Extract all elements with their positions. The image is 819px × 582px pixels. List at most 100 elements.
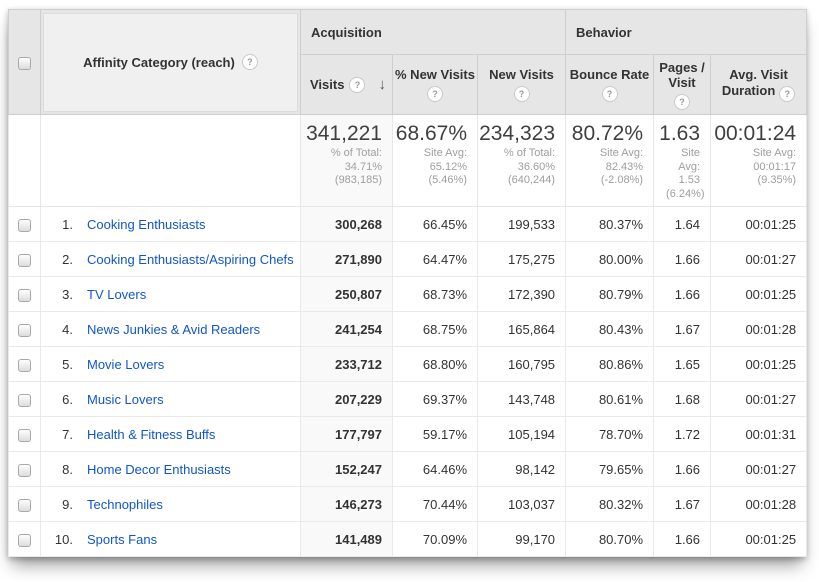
help-icon[interactable]: ? bbox=[514, 86, 530, 102]
help-icon[interactable]: ? bbox=[674, 94, 690, 110]
table-row: 5.Movie Lovers 233,712 68.80% 160,795 80… bbox=[9, 347, 807, 382]
row-checkbox-cell bbox=[9, 312, 41, 347]
new-visits-cell: 165,864 bbox=[478, 312, 566, 347]
help-icon[interactable]: ? bbox=[427, 86, 443, 102]
row-checkbox-cell bbox=[9, 347, 41, 382]
category-cell: 2. Cooking Enthusiasts/Aspiring Chefs bbox=[41, 242, 301, 277]
row-rank: 4. bbox=[49, 322, 73, 337]
new-visits-label: New Visits bbox=[489, 67, 554, 82]
summary-checkbox-spacer bbox=[9, 115, 41, 207]
summary-pages-visit-sub: Site Avg:1.53(6.24%) bbox=[666, 147, 700, 201]
pct-new-visits-cell: 68.73% bbox=[393, 277, 478, 312]
row-checkbox[interactable] bbox=[18, 394, 31, 407]
affinity-category-header-panel: Affinity Category (reach) ? bbox=[43, 13, 298, 112]
row-checkbox[interactable] bbox=[18, 534, 31, 547]
column-header-affinity-category[interactable]: Affinity Category (reach) ? bbox=[41, 10, 301, 115]
bounce-rate-cell: 80.43% bbox=[566, 312, 654, 347]
row-rank: 10. bbox=[49, 532, 73, 547]
new-visits-cell: 103,037 bbox=[478, 487, 566, 522]
summary-new-visits-sub: % of Total:36.60%(640,244) bbox=[478, 147, 555, 188]
help-icon[interactable]: ? bbox=[242, 54, 258, 70]
category-link[interactable]: Health & Fitness Buffs bbox=[87, 427, 215, 442]
column-header-visits[interactable]: Visits ? ↓ bbox=[301, 55, 393, 115]
help-icon[interactable]: ? bbox=[779, 86, 795, 102]
summary-visits: 341,221 % of Total:34.71%(983,185) bbox=[301, 115, 393, 207]
new-visits-cell: 172,390 bbox=[478, 277, 566, 312]
row-checkbox[interactable] bbox=[18, 429, 31, 442]
bounce-rate-cell: 80.86% bbox=[566, 347, 654, 382]
row-checkbox[interactable] bbox=[18, 499, 31, 512]
avg-visit-duration-cell: 00:01:25 bbox=[711, 277, 807, 312]
pages-visit-cell: 1.65 bbox=[654, 347, 711, 382]
row-checkbox-cell bbox=[9, 417, 41, 452]
category-link[interactable]: News Junkies & Avid Readers bbox=[87, 322, 260, 337]
sort-descending-icon[interactable]: ↓ bbox=[379, 76, 387, 93]
visits-cell: 177,797 bbox=[301, 417, 393, 452]
summary-row: 341,221 % of Total:34.71%(983,185) 68.67… bbox=[9, 115, 807, 207]
summary-avg-visit-duration: 00:01:24 Site Avg:00:01:17(9.35%) bbox=[711, 115, 807, 207]
bounce-rate-cell: 80.79% bbox=[566, 277, 654, 312]
table-row: 7.Health & Fitness Buffs 177,797 59.17% … bbox=[9, 417, 807, 452]
row-checkbox[interactable] bbox=[18, 254, 31, 267]
bounce-rate-cell: 80.37% bbox=[566, 207, 654, 242]
category-cell: 3.TV Lovers bbox=[41, 277, 301, 312]
category-link[interactable]: TV Lovers bbox=[87, 287, 146, 302]
pages-visit-cell: 1.67 bbox=[654, 312, 711, 347]
avg-visit-duration-cell: 00:01:25 bbox=[711, 347, 807, 382]
row-checkbox[interactable] bbox=[18, 219, 31, 232]
table-row: 8.Home Decor Enthusiasts 152,247 64.46% … bbox=[9, 452, 807, 487]
category-link[interactable]: Music Lovers bbox=[87, 392, 164, 407]
select-all-cell bbox=[9, 10, 41, 115]
analytics-table-screenshot: Affinity Category (reach) ? Acquisition … bbox=[8, 9, 806, 557]
pct-new-visits-cell: 64.47% bbox=[393, 242, 478, 277]
table-row: 9.Technophiles 146,273 70.44% 103,037 80… bbox=[9, 487, 807, 522]
new-visits-cell: 160,795 bbox=[478, 347, 566, 382]
visits-label: Visits bbox=[310, 77, 344, 92]
row-rank: 2. bbox=[49, 252, 73, 267]
category-link[interactable]: Cooking Enthusiasts/Aspiring Chefs bbox=[87, 252, 294, 267]
row-checkbox[interactable] bbox=[18, 359, 31, 372]
new-visits-cell: 98,142 bbox=[478, 452, 566, 487]
category-link[interactable]: Movie Lovers bbox=[87, 357, 164, 372]
summary-new-visits: 234,323 % of Total:36.60%(640,244) bbox=[478, 115, 566, 207]
bounce-rate-cell: 80.32% bbox=[566, 487, 654, 522]
column-header-bounce-rate[interactable]: Bounce Rate ? bbox=[566, 55, 654, 115]
avg-visit-duration-cell: 00:01:25 bbox=[711, 522, 807, 557]
bounce-rate-cell: 78.70% bbox=[566, 417, 654, 452]
bounce-rate-label: Bounce Rate bbox=[570, 67, 649, 82]
help-icon[interactable]: ? bbox=[602, 86, 618, 102]
row-rank: 6. bbox=[49, 392, 73, 407]
category-link[interactable]: Home Decor Enthusiasts bbox=[87, 462, 231, 477]
row-checkbox[interactable] bbox=[18, 324, 31, 337]
pct-new-visits-cell: 68.80% bbox=[393, 347, 478, 382]
row-checkbox[interactable] bbox=[18, 464, 31, 477]
category-link[interactable]: Sports Fans bbox=[87, 532, 157, 547]
avg-visit-duration-cell: 00:01:27 bbox=[711, 452, 807, 487]
affinity-category-label: Affinity Category (reach) bbox=[83, 55, 235, 70]
summary-avg-visit-duration-value: 00:01:24 bbox=[711, 122, 796, 146]
row-checkbox-cell bbox=[9, 522, 41, 557]
new-visits-cell: 143,748 bbox=[478, 382, 566, 417]
summary-pages-visit-value: 1.63 bbox=[654, 122, 700, 146]
row-rank: 5. bbox=[49, 357, 73, 372]
help-icon[interactable]: ? bbox=[349, 77, 365, 93]
category-link[interactable]: Cooking Enthusiasts bbox=[87, 217, 206, 232]
row-checkbox-cell bbox=[9, 277, 41, 312]
category-cell: 1. Cooking Enthusiasts bbox=[41, 207, 301, 242]
row-checkbox-cell bbox=[9, 382, 41, 417]
new-visits-cell: 105,194 bbox=[478, 417, 566, 452]
column-header-new-visits[interactable]: New Visits ? bbox=[478, 55, 566, 115]
bounce-rate-cell: 79.65% bbox=[566, 452, 654, 487]
row-checkbox[interactable] bbox=[18, 289, 31, 302]
column-header-pct-new-visits[interactable]: % New Visits ? bbox=[393, 55, 478, 115]
new-visits-cell: 175,275 bbox=[478, 242, 566, 277]
column-header-avg-visit-duration[interactable]: Avg. Visit Duration? bbox=[711, 55, 807, 115]
category-link[interactable]: Technophiles bbox=[87, 497, 163, 512]
bounce-rate-cell: 80.61% bbox=[566, 382, 654, 417]
avg-visit-duration-cell: 00:01:28 bbox=[711, 487, 807, 522]
select-all-checkbox[interactable] bbox=[18, 57, 31, 70]
column-header-pages-visit[interactable]: Pages / Visit ? bbox=[654, 55, 711, 115]
row-checkbox-cell bbox=[9, 487, 41, 522]
row-rank: 1. bbox=[49, 217, 73, 232]
pages-visit-cell: 1.66 bbox=[654, 522, 711, 557]
